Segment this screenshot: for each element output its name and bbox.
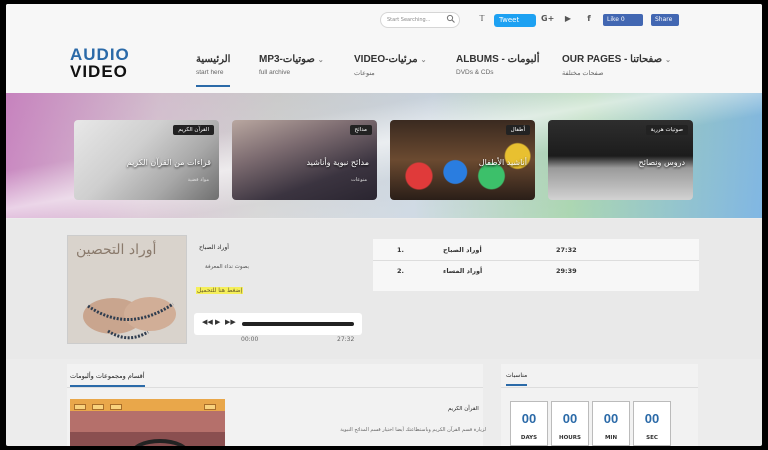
countdown-days: 00 DAYS bbox=[510, 401, 548, 446]
thumbnail-tile bbox=[74, 404, 86, 410]
twitter-icon[interactable]: 𝕋 bbox=[476, 14, 488, 23]
nav-albums-title: ALBUMS - ألبومات bbox=[456, 54, 540, 65]
countdown-value: 00 bbox=[521, 411, 537, 426]
thumbnail-tile bbox=[110, 404, 122, 410]
section-thumbnail[interactable] bbox=[70, 399, 225, 446]
countdown-value: 00 bbox=[603, 411, 619, 426]
nav-mp3-sub: full archive bbox=[259, 69, 291, 76]
playlist-number: 1. bbox=[397, 246, 404, 254]
sections-panel: أقسام ومجموعات وألبومات bbox=[67, 364, 483, 446]
nav-pages-sub: صفحات مختلفة bbox=[562, 70, 604, 77]
forward-icon[interactable]: ▶▶ bbox=[225, 318, 236, 326]
headphones-image bbox=[130, 439, 190, 446]
category-card-children[interactable]: أطفال أناشيد الأطفال bbox=[390, 120, 535, 200]
countdown-label: MIN bbox=[604, 435, 618, 441]
playlist-row[interactable]: 1. أوراد الصباح 27:32 bbox=[373, 240, 699, 260]
play-icon[interactable]: ▶ bbox=[215, 318, 220, 326]
nav-item-home[interactable]: الرئيسية start here bbox=[196, 54, 231, 87]
facebook-icon[interactable]: f bbox=[583, 14, 595, 23]
logo-line-2: VIDEO bbox=[70, 62, 128, 81]
album-cover: أوراد التحصين bbox=[67, 235, 187, 344]
nav-item-video[interactable]: VIDEO-مرئيات ⌄ منوعات bbox=[354, 54, 426, 77]
playlist-number: 2. bbox=[397, 267, 404, 275]
playlist-track-name: أوراد الصباح bbox=[443, 246, 482, 254]
section-item-description: لزيارة قسم القرآن الكريم وباستطاعتك أيضا… bbox=[340, 427, 486, 433]
category-card-harari[interactable]: صوتيات هررية دروس ونصائح bbox=[548, 120, 693, 200]
countdown-label: HOURS bbox=[559, 435, 581, 441]
nav-video-sub: منوعات bbox=[354, 70, 375, 77]
card-title: قراءات من القرآن الكريم bbox=[126, 158, 211, 167]
nav-video-title: VIDEO-مرئيات bbox=[354, 54, 418, 65]
countdown-value: 00 bbox=[562, 411, 578, 426]
countdown-seconds: 00 SEC bbox=[633, 401, 671, 446]
browser-frame: Start Searching... 𝕋 Tweet G+ ▶ f Like 0… bbox=[6, 4, 762, 446]
facebook-like-button[interactable]: Like 0 bbox=[603, 14, 643, 26]
occasions-title: مناسبات bbox=[506, 372, 528, 386]
countdown-minutes: 00 MIN bbox=[592, 401, 630, 446]
card-title: أناشيد الأطفال bbox=[478, 158, 527, 167]
countdown-hours: 00 HOURS bbox=[551, 401, 589, 446]
cover-text: أوراد التحصين bbox=[76, 242, 157, 258]
player-controls: ◀◀ ▶ ▶▶ bbox=[194, 313, 362, 335]
total-time: 27:32 bbox=[337, 336, 355, 343]
sections-title: أقسام ومجموعات وألبومات bbox=[70, 372, 145, 387]
thumbnail-tile bbox=[204, 404, 216, 410]
countdown-label: DAYS bbox=[520, 435, 538, 441]
hero-banner: القرآن الكريم قراءات من القرآن الكريم مو… bbox=[6, 93, 762, 218]
audio-player-section: أوراد التحصين أوراد الصباح بصوت نداء الم… bbox=[6, 219, 762, 359]
track-artist: بصوت نداء المعرفة bbox=[205, 264, 249, 270]
nav-item-mp3[interactable]: MP3-صوتيات ⌄ full archive bbox=[259, 54, 324, 76]
card-title: مدائح نبوية وأناشيد bbox=[306, 158, 369, 167]
progress-bar[interactable] bbox=[242, 322, 354, 326]
rewind-icon[interactable]: ◀◀ bbox=[202, 318, 213, 326]
nav-item-albums[interactable]: ALBUMS - ألبومات DVDs & CDs bbox=[456, 54, 540, 76]
playlist-row[interactable]: 2. أوراد المساء 29:39 bbox=[373, 261, 699, 281]
playlist-duration: 27:32 bbox=[556, 246, 577, 254]
playlist: 1. أوراد الصباح 27:32 2. أوراد المساء 29… bbox=[373, 239, 699, 291]
section-item-title[interactable]: القرآن الكريم bbox=[448, 406, 479, 412]
card-badge: القرآن الكريم bbox=[173, 125, 214, 135]
site-header: Start Searching... 𝕋 Tweet G+ ▶ f Like 0… bbox=[6, 4, 762, 94]
nav-home-title: الرئيسية bbox=[196, 54, 231, 65]
facebook-share-button[interactable]: Share bbox=[651, 14, 679, 26]
chevron-down-icon: ⌄ bbox=[420, 57, 427, 64]
category-card-quran[interactable]: القرآن الكريم قراءات من القرآن الكريم مو… bbox=[74, 120, 219, 200]
nav-item-pages[interactable]: OUR PAGES - صفحاتنا ⌄ صفحات مختلفة bbox=[562, 54, 671, 77]
prayer-beads-hands-image bbox=[83, 297, 176, 340]
search-icon[interactable] bbox=[446, 14, 456, 24]
site-logo[interactable]: AUDIO VIDEO bbox=[70, 46, 150, 80]
download-link[interactable]: إضغط هنا للتحميل bbox=[196, 287, 244, 294]
nav-home-sub: start here bbox=[196, 69, 224, 76]
card-subtitle: مواد فضية bbox=[187, 177, 209, 183]
tweet-button[interactable]: Tweet bbox=[494, 14, 536, 27]
chevron-down-icon: ⌄ bbox=[317, 57, 324, 64]
nav-mp3-title: MP3-صوتيات bbox=[259, 54, 315, 65]
card-title: دروس ونصائح bbox=[638, 158, 685, 167]
nav-albums-sub: DVDs & CDs bbox=[456, 69, 494, 76]
chevron-down-icon: ⌄ bbox=[665, 57, 671, 64]
track-title: أوراد الصباح bbox=[199, 244, 229, 251]
youtube-icon[interactable]: ▶ bbox=[562, 14, 574, 23]
thumbnail-tile bbox=[92, 404, 104, 410]
logo-line-1: AUDIO bbox=[70, 45, 130, 64]
countdown-value: 00 bbox=[644, 411, 660, 426]
google-plus-icon[interactable]: G+ bbox=[541, 14, 554, 23]
playlist-duration: 29:39 bbox=[556, 267, 577, 275]
card-badge: صوتيات هررية bbox=[645, 125, 688, 135]
card-badge: أطفال bbox=[505, 125, 530, 135]
current-time: 00:00 bbox=[241, 336, 259, 343]
occasions-divider bbox=[501, 387, 698, 388]
category-card-madaih[interactable]: مدائح مدائح نبوية وأناشيد منوعات bbox=[232, 120, 377, 200]
playlist-track-name: أوراد المساء bbox=[443, 267, 483, 275]
nav-pages-title: OUR PAGES - صفحاتنا bbox=[562, 54, 663, 65]
countdown-label: SEC bbox=[646, 435, 658, 441]
card-subtitle: منوعات bbox=[351, 177, 367, 183]
card-badge: مدائح bbox=[349, 125, 372, 135]
occasions-panel: مناسبات 00 DAYS 00 HOURS 00 MIN 00 SEC bbox=[501, 364, 698, 446]
sections-divider bbox=[67, 387, 483, 388]
